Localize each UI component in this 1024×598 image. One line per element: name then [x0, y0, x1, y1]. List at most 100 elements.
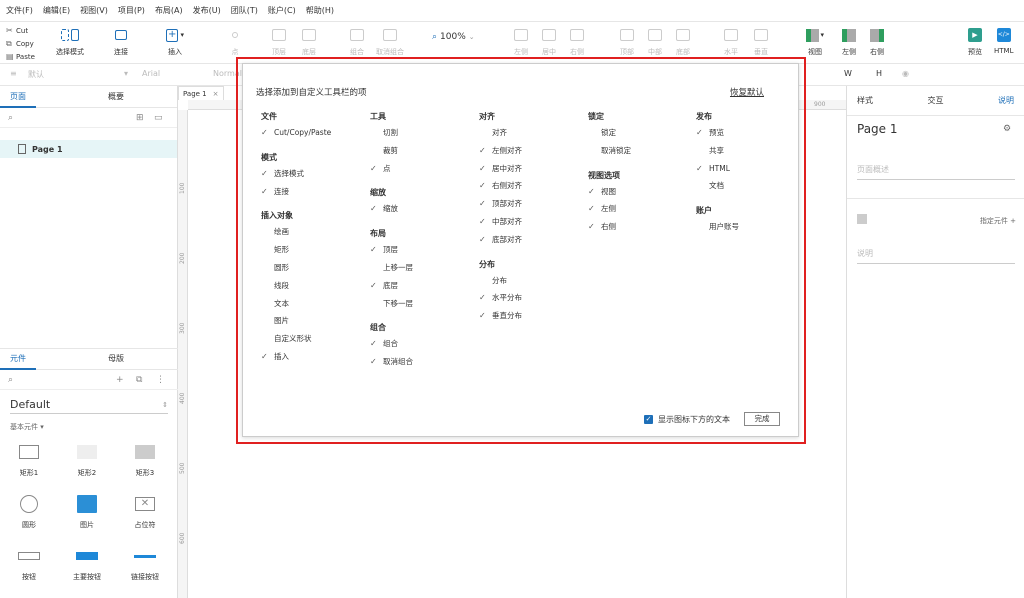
widget-rect2[interactable]: 矩形2	[58, 440, 116, 478]
distribute-horizontal-icon	[722, 26, 740, 44]
right-panel-button[interactable]: 右侧	[868, 26, 886, 57]
paste-button[interactable]: ▤ Paste	[6, 50, 46, 63]
align-middle-icon	[646, 26, 664, 44]
ungroup-button[interactable]: 取消组合	[376, 26, 404, 57]
align-center-button[interactable]: 居中	[540, 26, 558, 57]
style-icon: ≡	[10, 69, 17, 78]
distribute-vertical-icon	[752, 26, 770, 44]
copy-button[interactable]: ⧉ Copy	[6, 37, 46, 50]
eye-icon[interactable]: ◉	[902, 69, 909, 78]
add-page-icon[interactable]: ⊞	[136, 113, 144, 123]
menu-help[interactable]: 帮助(H)	[306, 5, 334, 16]
paste-icon: ▤	[6, 52, 14, 61]
page-description-input[interactable]: 页面概述	[857, 164, 1015, 180]
point-button[interactable]: 点	[226, 26, 244, 57]
assign-widget-button[interactable]: 指定元件 +	[980, 216, 1016, 226]
menu-team[interactable]: 团队(T)	[231, 5, 258, 16]
align-middle-button[interactable]: 中部	[646, 26, 664, 57]
tab-masters[interactable]: 母版	[98, 348, 134, 370]
canvas-page-tab[interactable]: Page 1 ×	[178, 86, 224, 100]
select-mode-button[interactable]: 选择模式	[56, 26, 84, 57]
align-right-button[interactable]: 右侧	[568, 26, 586, 57]
button-shape	[18, 544, 40, 568]
search-icon[interactable]: ⌕	[8, 113, 13, 123]
tab-style[interactable]: 样式	[857, 95, 873, 106]
select-mode-icon	[61, 26, 79, 44]
group-button[interactable]: 组合	[348, 26, 366, 57]
width-label: W	[844, 69, 852, 78]
menu-account[interactable]: 账户(C)	[268, 5, 296, 16]
font-select[interactable]: Arial	[142, 69, 160, 78]
widget-image[interactable]: 图片	[58, 492, 116, 530]
circle-shape	[20, 492, 38, 516]
view-button[interactable]: ▾ 视图	[806, 26, 824, 57]
connect-button[interactable]: 连接	[112, 26, 130, 57]
code-icon: </>	[995, 26, 1013, 44]
pages-tab-row: 页面 概要	[0, 86, 177, 108]
tab-notes[interactable]: 说明	[998, 95, 1014, 106]
library-tab-row: 元件 母版	[0, 348, 178, 370]
folder-icon[interactable]: ▭	[154, 113, 163, 123]
widget-rect1[interactable]: 矩形1	[0, 440, 58, 478]
widget-primary-button[interactable]: 主要按钮	[58, 544, 116, 582]
insert-button[interactable]: + ▾ 插入	[166, 26, 184, 57]
chevron-down-icon: ⌄	[468, 33, 475, 41]
left-panel-button[interactable]: 左侧	[840, 26, 858, 57]
tab-interaction[interactable]: 交互	[928, 95, 944, 106]
gear-icon[interactable]: ⚙	[1003, 124, 1011, 134]
align-left-button[interactable]: 左侧	[512, 26, 530, 57]
height-label: H	[876, 69, 883, 78]
add-library-icon[interactable]: +	[116, 375, 124, 385]
pages-tools-row: ⌕ ⊞ ▭	[0, 108, 177, 128]
chevron-down-icon: ▾	[124, 69, 129, 78]
library-options-icon[interactable]: ⧉	[136, 375, 142, 385]
align-top-button[interactable]: 顶部	[618, 26, 636, 57]
tab-widgets[interactable]: 元件	[0, 348, 36, 370]
rect3-shape	[135, 440, 155, 464]
rect1-shape	[19, 440, 39, 464]
widget-placeholder[interactable]: ✕ 占位符	[116, 492, 174, 530]
rect2-shape	[77, 440, 97, 464]
distribute-vertical-button[interactable]: 垂直	[752, 26, 770, 57]
menu-layout[interactable]: 布局(A)	[155, 5, 183, 16]
widget-button[interactable]: 按钮	[0, 544, 58, 582]
note-input[interactable]: 说明	[857, 248, 1015, 264]
menu-view[interactable]: 视图(V)	[80, 5, 108, 16]
close-icon[interactable]: ×	[213, 90, 219, 98]
more-icon[interactable]: ⋮	[156, 375, 165, 385]
tab-outline[interactable]: 概要	[98, 86, 134, 108]
widget-circle[interactable]: 圆形	[0, 492, 58, 530]
align-bottom-icon	[674, 26, 692, 44]
preview-button[interactable]: ▶ 预览	[966, 26, 984, 57]
vertical-ruler: 100 200 300 400 500 600	[178, 110, 188, 598]
library-tools-row: ⌕ + ⧉ ⋮	[0, 370, 178, 390]
menu-edit[interactable]: 编辑(E)	[43, 5, 70, 16]
distribute-horizontal-button[interactable]: 水平	[722, 26, 740, 57]
style-select[interactable]: 默认	[28, 69, 44, 80]
search-icon[interactable]: ⌕	[8, 375, 13, 385]
menu-file[interactable]: 文件(F)	[6, 5, 33, 16]
left-panel-icon	[840, 26, 858, 44]
ungroup-icon	[381, 26, 399, 44]
placeholder-icon: ✕	[135, 492, 155, 516]
cut-button[interactable]: ✂ Cut	[6, 24, 46, 37]
top-layer-button[interactable]: 顶层	[270, 26, 288, 57]
page-name: Page 1	[857, 122, 898, 136]
library-select[interactable]: Default ⇕	[10, 396, 168, 414]
view-icon: ▾	[806, 26, 824, 44]
link-button-shape	[134, 544, 156, 568]
inspector-tabs: 样式 交互 说明	[847, 86, 1024, 116]
menu-project[interactable]: 项目(P)	[118, 5, 145, 16]
page-item[interactable]: Page 1	[0, 140, 177, 158]
bottom-layer-button[interactable]: 底层	[300, 26, 318, 57]
widget-grid: 矩形1 矩形2 矩形3 圆形 图片 ✕ 占位符 按钮 主要按钮 链接按钮	[0, 440, 178, 582]
align-right-icon	[568, 26, 586, 44]
tab-pages[interactable]: 页面	[0, 86, 36, 108]
html-button[interactable]: </> HTML	[994, 26, 1013, 55]
zoom-select[interactable]: ⌕ 100% ⌄	[432, 32, 475, 42]
menu-publish[interactable]: 发布(U)	[193, 5, 221, 16]
align-bottom-button[interactable]: 底部	[674, 26, 692, 57]
library-subsection[interactable]: 基本元件 ▾	[10, 422, 168, 432]
widget-link-button[interactable]: 链接按钮	[116, 544, 174, 582]
widget-rect3[interactable]: 矩形3	[116, 440, 174, 478]
